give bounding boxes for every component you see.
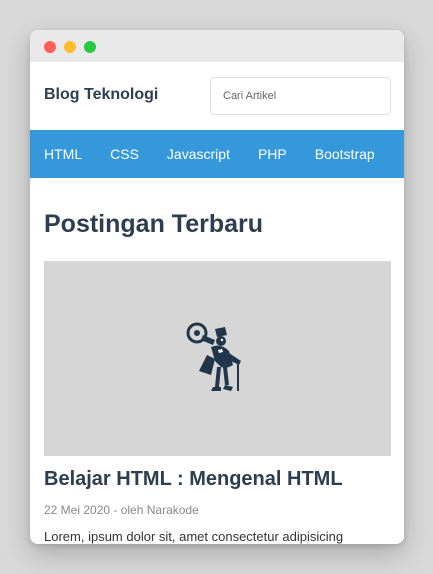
post-excerpt: Lorem, ipsum dolor sit, amet consectetur…: [44, 529, 344, 544]
browser-window: Blog Teknologi HTML CSS Javascript PHP B…: [30, 30, 404, 544]
nav-item-css[interactable]: CSS: [110, 146, 139, 162]
post-title[interactable]: Belajar HTML : Mengenal HTML: [44, 466, 391, 492]
section-title: Postingan Terbaru: [44, 210, 264, 238]
mascot-illustration-icon: [186, 322, 241, 391]
nav-item-html[interactable]: HTML: [44, 146, 82, 162]
nav-item-bootstrap[interactable]: Bootstrap: [315, 146, 375, 162]
post-meta: 22 Mei 2020 - oleh Narakode: [44, 503, 199, 517]
main-nav: HTML CSS Javascript PHP Bootstrap: [30, 130, 404, 178]
nav-item-php[interactable]: PHP: [258, 146, 287, 162]
search-input[interactable]: [210, 77, 391, 115]
maximize-window-icon[interactable]: [84, 41, 96, 53]
post-thumbnail[interactable]: [44, 261, 391, 456]
nav-item-javascript[interactable]: Javascript: [167, 146, 230, 162]
window-titlebar: [30, 30, 404, 62]
close-window-icon[interactable]: [44, 41, 56, 53]
site-brand[interactable]: Blog Teknologi: [44, 86, 158, 104]
minimize-window-icon[interactable]: [64, 41, 76, 53]
main-content: Postingan Terbaru Belajar HTML: Mengena…: [30, 209, 404, 544]
site-header: Blog Teknologi: [30, 62, 404, 130]
